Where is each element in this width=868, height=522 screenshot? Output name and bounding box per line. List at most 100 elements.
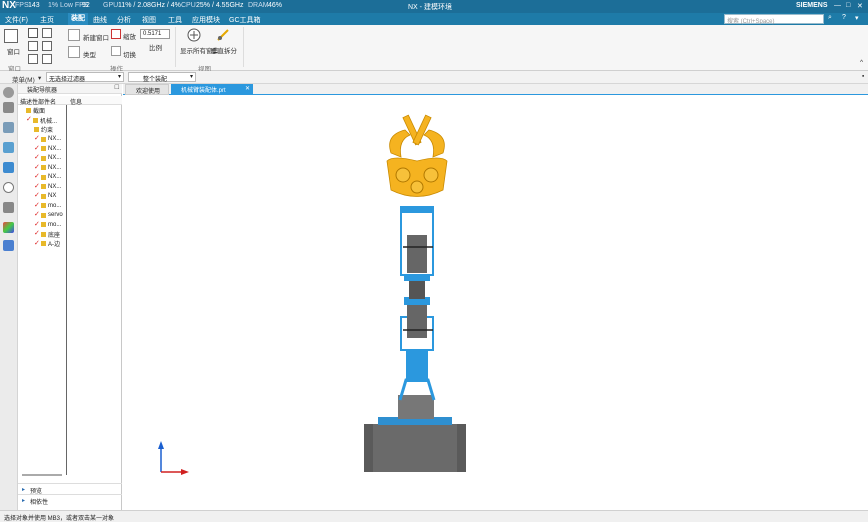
assembly-navigator-icon[interactable] bbox=[3, 122, 14, 133]
selection-filter-select[interactable]: 无选择过滤器 ▾ bbox=[46, 72, 124, 83]
visibility-check-icon[interactable]: ✓ bbox=[34, 145, 40, 152]
visibility-check-icon[interactable]: ✓ bbox=[34, 230, 40, 237]
tree-item[interactable]: 约束 bbox=[34, 125, 53, 134]
switch-icon[interactable] bbox=[111, 46, 121, 56]
expand-dependents-icon[interactable]: ▸ bbox=[22, 497, 25, 504]
resource-bar bbox=[0, 84, 18, 510]
expand-preview-icon[interactable]: ▸ bbox=[22, 486, 25, 493]
menu-dropdown-chevron-icon[interactable]: ▾ bbox=[38, 74, 41, 82]
type-label[interactable]: 类型 bbox=[83, 49, 96, 59]
history-icon[interactable] bbox=[3, 182, 14, 193]
navigator-columns: 描述性部件名 信息 bbox=[18, 96, 122, 106]
constraint-navigator-icon[interactable] bbox=[3, 142, 14, 153]
visibility-check-icon[interactable]: ✓ bbox=[34, 164, 40, 171]
gripper-gear-left bbox=[395, 167, 411, 183]
layout-vertical-icon[interactable] bbox=[28, 41, 38, 51]
tree-item[interactable]: ✓ A-边 bbox=[34, 239, 60, 249]
visibility-check-icon[interactable]: ✓ bbox=[34, 202, 40, 209]
layout-2x2-icon[interactable] bbox=[28, 28, 38, 38]
assembly-scope-select[interactable]: 整个装配 ▾ bbox=[128, 72, 196, 83]
zoom-icon[interactable] bbox=[111, 29, 121, 39]
layout-6pane-icon[interactable] bbox=[42, 54, 52, 64]
roles-icon[interactable] bbox=[3, 240, 14, 251]
switch-window-icon[interactable] bbox=[186, 27, 202, 43]
tab-close-icon[interactable]: ✕ bbox=[245, 85, 250, 92]
tab-welcome[interactable]: 欢迎使用 bbox=[125, 84, 169, 95]
tree-item[interactable]: ✓ 底座 bbox=[34, 230, 60, 239]
menu-file[interactable]: 文件(F) bbox=[5, 15, 28, 25]
new-window-label[interactable]: 新建窗口 bbox=[83, 32, 109, 42]
tree-item[interactable]: ✓ NX... bbox=[34, 144, 61, 153]
scale-label: 比例 bbox=[149, 45, 162, 52]
tree-item[interactable]: ✓ NX... bbox=[34, 163, 61, 172]
menu-tools[interactable]: 工具 bbox=[168, 15, 182, 25]
help-icon[interactable]: ? bbox=[842, 14, 846, 21]
menu-assembly[interactable]: 装配 bbox=[68, 13, 88, 25]
menu-dropdown[interactable]: 菜单(M) bbox=[12, 74, 35, 84]
menu-curve[interactable]: 曲线 bbox=[93, 15, 107, 25]
visibility-check-icon[interactable]: ✓ bbox=[34, 135, 40, 142]
assembly-navigator: 装配导航器 □ 描述性部件名 信息 截面 ✓ 机械... 约束 ✓ NX... ✓ NX...… bbox=[18, 84, 122, 510]
visibility-check-icon[interactable]: ✓ bbox=[34, 154, 40, 161]
reuse-library-icon[interactable] bbox=[3, 162, 14, 173]
tree-item[interactable]: ✓ mo... bbox=[34, 201, 61, 210]
collapse-icon[interactable]: □ bbox=[115, 84, 119, 91]
zoom-label: 缩放 bbox=[123, 34, 136, 41]
zoom-field[interactable]: 0.5171 bbox=[140, 29, 170, 39]
horizontal-scrollbar[interactable] bbox=[22, 474, 62, 476]
visibility-check-icon[interactable]: ✓ bbox=[34, 173, 40, 180]
tree-item[interactable]: ✓ servo bbox=[34, 211, 63, 220]
preview-section[interactable]: ▸ 预览 bbox=[18, 483, 122, 495]
gear-icon[interactable] bbox=[3, 87, 14, 98]
visibility-check-icon[interactable]: ✓ bbox=[34, 240, 40, 247]
layout-4pane-icon[interactable] bbox=[28, 54, 38, 64]
dependents-section[interactable]: ▸ 相依性 bbox=[18, 494, 122, 506]
menu-view[interactable]: 视图 bbox=[142, 15, 156, 25]
vertical-split-label[interactable]: 垂直拆分 bbox=[211, 45, 237, 55]
tree-item[interactable]: ✓ 机械... bbox=[26, 116, 57, 125]
layout-horizontal-icon[interactable] bbox=[42, 28, 52, 38]
layout-3pane-icon[interactable] bbox=[42, 41, 52, 51]
column-info-header[interactable]: 信息 bbox=[70, 97, 82, 106]
settings-icon[interactable]: ▾ bbox=[855, 14, 859, 22]
tree-item-label: NX... bbox=[48, 136, 62, 142]
visibility-check-icon[interactable]: ✓ bbox=[34, 183, 40, 190]
close-button[interactable]: ✕ bbox=[857, 2, 863, 10]
robot-arm-model[interactable] bbox=[123, 95, 868, 510]
ribbon-collapse-icon[interactable]: ^ bbox=[860, 59, 863, 66]
command-search[interactable]: 搜索 (Ctrl+Space) bbox=[724, 14, 824, 25]
tree-item[interactable]: ✓ mo... bbox=[34, 220, 61, 229]
graphics-window[interactable] bbox=[123, 95, 868, 510]
menu-home[interactable]: 主页 bbox=[40, 15, 54, 25]
tree-item[interactable]: 截面 bbox=[26, 106, 45, 115]
menu-analysis[interactable]: 分析 bbox=[117, 15, 131, 25]
tree-item[interactable]: ✓ NX... bbox=[34, 173, 61, 182]
toolbar-options-icon[interactable]: ▪ bbox=[862, 73, 864, 80]
new-window-icon[interactable] bbox=[68, 29, 80, 41]
type-icon[interactable] bbox=[68, 46, 80, 58]
tab-assembly-file[interactable]: 机械臂装配体.prt ✕ bbox=[171, 84, 253, 95]
top-plate bbox=[401, 207, 433, 213]
tree-item[interactable]: ✓ NX bbox=[34, 192, 56, 201]
column-name-header[interactable]: 描述性部件名 bbox=[20, 97, 56, 106]
tree-item[interactable]: ✓ NX... bbox=[34, 182, 61, 191]
part-navigator-icon[interactable] bbox=[3, 102, 14, 113]
component-icon bbox=[41, 222, 46, 227]
visibility-check-icon[interactable]: ✓ bbox=[34, 211, 40, 218]
minimize-button[interactable]: — bbox=[834, 2, 841, 9]
search-icon[interactable]: ⌕ bbox=[828, 14, 832, 22]
menu-gc-toolbox[interactable]: GC工具箱 bbox=[229, 15, 261, 25]
switch-label[interactable]: 切换 bbox=[123, 49, 136, 59]
maximize-button[interactable]: □ bbox=[846, 2, 850, 9]
visibility-check-icon[interactable]: ✓ bbox=[34, 192, 40, 199]
tree-item[interactable]: ✓ NX... bbox=[34, 135, 61, 144]
single-window-icon[interactable] bbox=[4, 29, 18, 43]
component-icon bbox=[41, 146, 46, 151]
visibility-check-icon[interactable]: ✓ bbox=[26, 116, 32, 123]
visibility-check-icon[interactable]: ✓ bbox=[34, 221, 40, 228]
process-studio-icon[interactable] bbox=[3, 202, 14, 213]
tree-item[interactable]: ✓ NX... bbox=[34, 154, 61, 163]
menu-application[interactable]: 应用模块 bbox=[192, 15, 220, 25]
palette-icon[interactable] bbox=[3, 222, 14, 233]
vertical-split-icon[interactable] bbox=[215, 27, 231, 43]
